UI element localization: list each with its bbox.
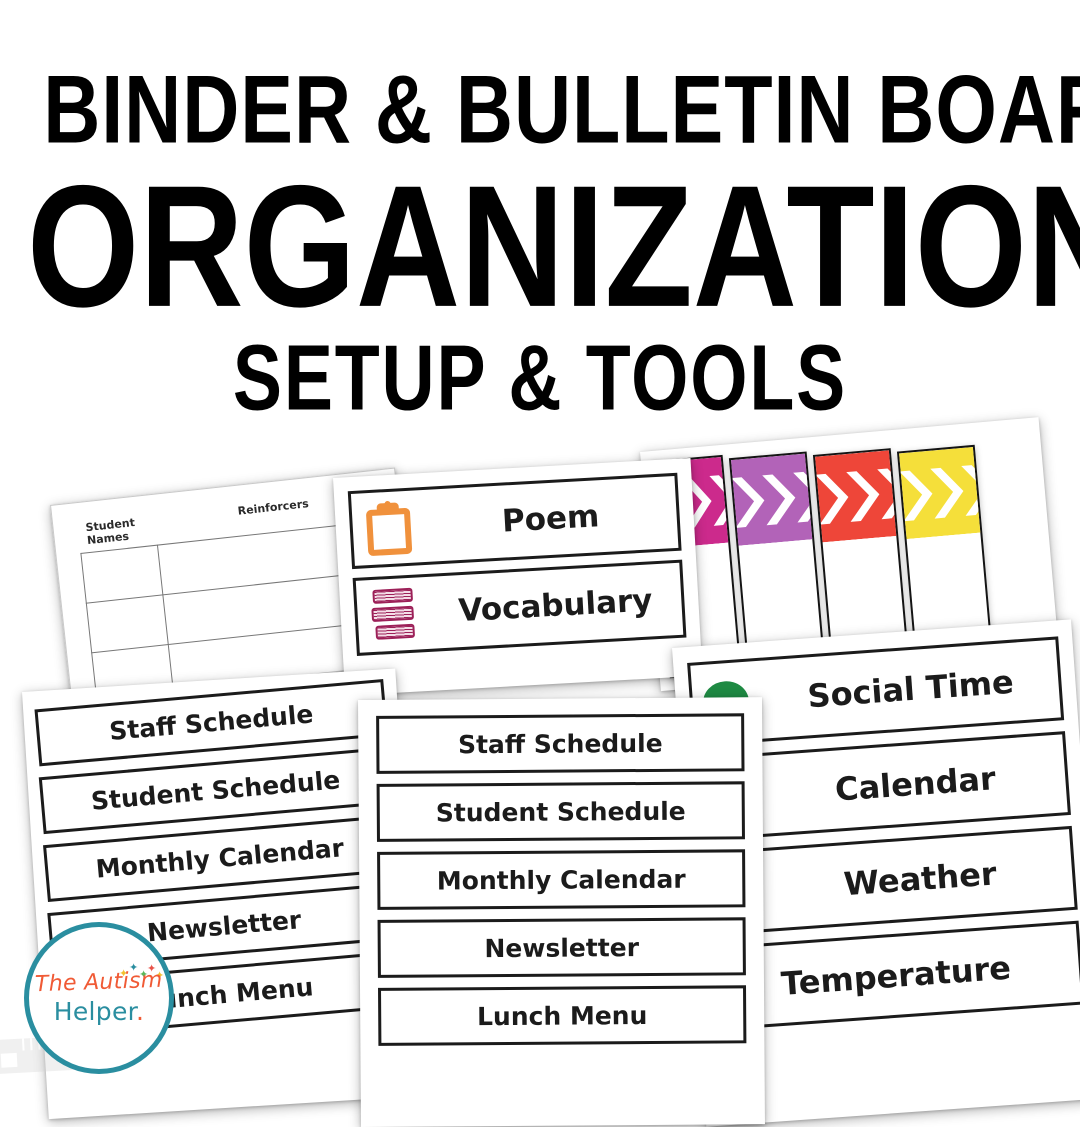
brand-logo: ✦ ✦ ✦ ✦ ✦ The Autism Helper. bbox=[24, 922, 174, 1074]
chevron-band bbox=[731, 453, 813, 546]
chevron-band bbox=[899, 446, 981, 540]
label-card-vocabulary: Vocabulary bbox=[352, 559, 687, 656]
label-text: Weather bbox=[842, 854, 998, 904]
logo-period: . bbox=[135, 997, 145, 1026]
label-text: Newsletter bbox=[484, 932, 640, 963]
books-icon bbox=[370, 587, 417, 642]
clipboard-icon bbox=[365, 500, 413, 557]
title-block: Binder & Bulletin Board Organization Set… bbox=[0, 0, 1080, 450]
page-title: Organization bbox=[27, 149, 1080, 344]
poem-vocabulary-card: Poem Vocabulary bbox=[333, 458, 703, 696]
label-text: Social Time bbox=[806, 662, 1015, 716]
label-card-staff-schedule: Staff Schedule bbox=[376, 713, 745, 774]
label-card-lunch-menu: Lunch Menu bbox=[378, 985, 747, 1046]
label-text: Vocabulary bbox=[457, 582, 654, 630]
label-text: Monthly Calendar bbox=[436, 864, 686, 895]
title-line-1: Binder & Bulletin Board bbox=[43, 56, 1080, 164]
label-card-poem: Poem bbox=[347, 472, 682, 570]
label-card-newsletter: Newsletter bbox=[377, 917, 746, 978]
label-text: Poem bbox=[501, 498, 601, 540]
logo-line-1: The Autism bbox=[34, 967, 164, 998]
label-card-monthly-calendar: Monthly Calendar bbox=[377, 849, 746, 910]
chevron-pattern-icon bbox=[815, 450, 897, 543]
label-text: Staff Schedule bbox=[457, 728, 663, 759]
table-col-header-reinforcers: Reinforcers bbox=[237, 497, 310, 518]
binder-label-card-center: Staff Schedule Student Schedule Monthly … bbox=[358, 697, 765, 1127]
label-text: Calendar bbox=[833, 759, 997, 809]
poster-canvas: Binder & Bulletin Board Organization Set… bbox=[0, 0, 1080, 1127]
label-text: Student Schedule bbox=[89, 765, 342, 816]
logo-helper-text: Helper bbox=[53, 997, 136, 1026]
chevron-pattern-icon bbox=[731, 453, 813, 546]
logo-line-2: Helper. bbox=[54, 997, 144, 1026]
label-text: Temperature bbox=[779, 948, 1013, 1004]
label-text: Staff Schedule bbox=[108, 699, 315, 747]
table-col-header-student-names: Student Names bbox=[84, 515, 136, 547]
label-text: Lunch Menu bbox=[476, 1000, 648, 1031]
label-text: Monthly Calendar bbox=[94, 833, 346, 884]
label-card-student-schedule: Student Schedule bbox=[376, 781, 745, 842]
chevron-pattern-icon bbox=[899, 446, 981, 540]
title-line-3: Setup & Tools bbox=[232, 326, 848, 430]
chevron-band bbox=[815, 450, 897, 543]
label-text: Student Schedule bbox=[435, 796, 686, 827]
